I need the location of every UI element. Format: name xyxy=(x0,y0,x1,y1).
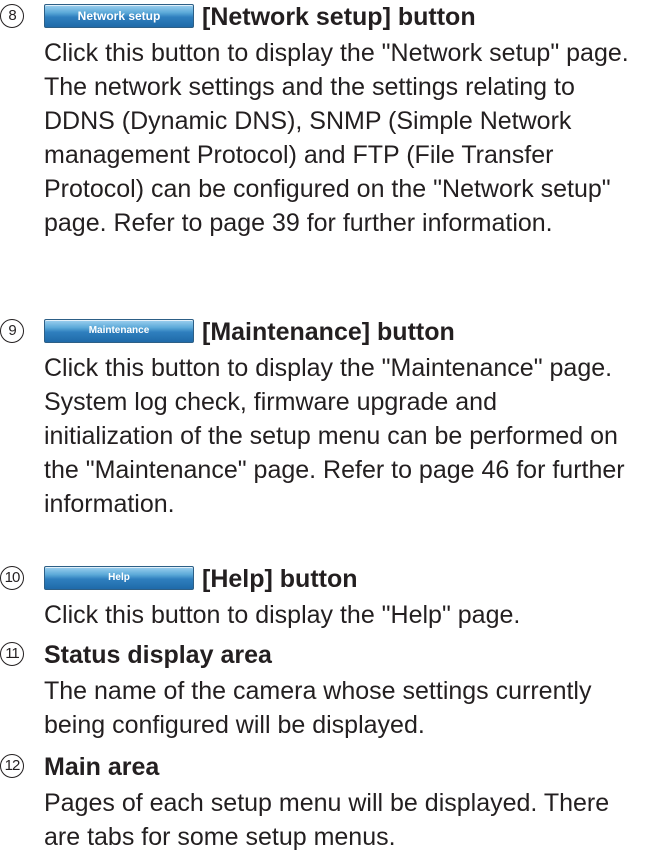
item-description: Click this button to display the "Mainte… xyxy=(44,354,625,518)
item-header: 12 Main area xyxy=(0,750,668,784)
item-title: Status display area xyxy=(44,641,272,669)
maintenance-button[interactable]: Maintenance xyxy=(44,319,194,343)
item-header: 8 Network setup [Network setup] button xyxy=(0,0,668,34)
item-header: 10 Help [Help] button xyxy=(0,562,668,596)
item-number-badge: 11 xyxy=(0,642,24,666)
item-number-badge: 10 xyxy=(0,566,24,590)
item-status-display-area: 11 Status display area The name of the c… xyxy=(0,638,668,742)
item-header: 11 Status display area xyxy=(0,638,668,672)
network-setup-button[interactable]: Network setup xyxy=(44,4,194,28)
item-title: [Help] button xyxy=(202,565,358,593)
item-description: The name of the camera whose settings cu… xyxy=(44,677,592,739)
item-number-badge: 12 xyxy=(0,754,24,778)
item-number-badge: 9 xyxy=(0,319,24,343)
item-description: Click this button to display the "Networ… xyxy=(44,39,629,237)
item-main-area: 12 Main area Pages of each setup menu wi… xyxy=(0,750,668,854)
item-title: Main area xyxy=(44,753,160,781)
item-title: [Maintenance] button xyxy=(202,318,455,346)
item-title: [Network setup] button xyxy=(202,3,476,31)
item-number-badge: 8 xyxy=(0,4,24,28)
item-description: Pages of each setup menu will be display… xyxy=(44,789,610,851)
item-network-setup: 8 Network setup [Network setup] button C… xyxy=(0,0,668,240)
help-button[interactable]: Help xyxy=(44,566,194,590)
item-description: Click this button to display the "Help" … xyxy=(44,601,521,629)
item-maintenance: 9 Maintenance [Maintenance] button Click… xyxy=(0,315,668,521)
item-help: 10 Help [Help] button Click this button … xyxy=(0,562,668,632)
item-header: 9 Maintenance [Maintenance] button xyxy=(0,315,668,349)
